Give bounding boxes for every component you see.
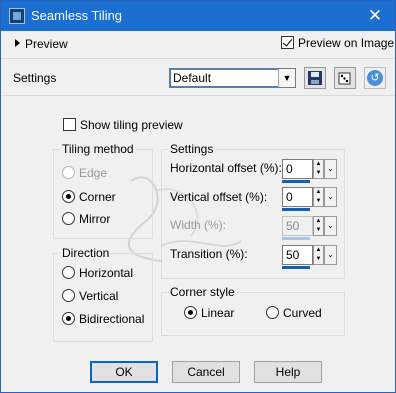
vertical-offset-dropdown-icon[interactable]: ⌄ — [324, 187, 337, 207]
horizontal-offset-input[interactable]: 0 — [282, 159, 313, 179]
show-tiling-preview-checkbox[interactable]: Show tiling preview — [63, 118, 183, 132]
transition-input[interactable]: 50 — [282, 245, 313, 265]
show-tiling-preview-label: Show tiling preview — [80, 118, 183, 132]
offset-settings-title: Settings — [168, 142, 216, 156]
tiling-method-group: Tiling method Edge Corner Mirror — [53, 142, 153, 239]
tiling-mirror-radio[interactable] — [62, 212, 75, 225]
vertical-offset-spinner[interactable]: 0 ▲ ▼ ⌄ — [282, 187, 337, 211]
corner-linear-radio[interactable] — [184, 306, 197, 319]
direction-vertical-radio[interactable] — [62, 289, 75, 302]
randomize-button[interactable] — [334, 67, 356, 89]
transition-spinner[interactable]: 50 ▲ ▼ ⌄ — [282, 245, 337, 269]
direction-option-horizontal[interactable]: Horizontal — [62, 266, 133, 280]
chevron-down-icon[interactable]: ▼ — [278, 69, 295, 87]
direction-bidirectional-radio[interactable] — [62, 312, 75, 325]
direction-vertical-label: Vertical — [79, 289, 119, 303]
help-button[interactable]: Help — [254, 361, 322, 383]
reset-icon: ↺ — [367, 70, 383, 86]
show-tiling-preview-box[interactable] — [63, 118, 76, 131]
ok-button[interactable]: OK — [90, 361, 158, 383]
width-dropdown-icon: ⌄ — [324, 216, 337, 236]
preview-toggle[interactable]: Preview — [15, 37, 68, 51]
tiling-edge-radio[interactable] — [62, 166, 75, 179]
tiling-option-edge[interactable]: Edge — [62, 166, 107, 180]
horizontal-offset-dropdown-icon[interactable]: ⌄ — [324, 159, 337, 179]
tiling-option-mirror[interactable]: Mirror — [62, 212, 110, 226]
horizontal-offset-spinner[interactable]: 0 ▲ ▼ ⌄ — [282, 159, 337, 183]
vertical-offset-input[interactable]: 0 — [282, 187, 313, 207]
tiling-corner-radio[interactable] — [62, 190, 75, 203]
save-preset-button[interactable] — [304, 67, 326, 89]
corner-linear-label: Linear — [201, 306, 235, 320]
tiling-mirror-label: Mirror — [79, 212, 111, 226]
width-updown-icon: ▲ ▼ — [313, 216, 324, 236]
preview-on-image-checkbox[interactable]: Preview on Image — [281, 36, 394, 50]
seamless-tiling-dialog: Seamless Tiling ✕ Preview Preview on Ima… — [0, 0, 396, 393]
preset-value: Default — [173, 71, 212, 85]
transition-updown-icon[interactable]: ▲ ▼ — [313, 245, 324, 265]
preview-on-image-checkmark[interactable] — [281, 36, 294, 49]
vertical-offset-slider-bar[interactable] — [282, 208, 310, 211]
direction-title: Direction — [60, 246, 112, 260]
randomize-icon — [338, 72, 351, 85]
transition-label: Transition (%): — [170, 247, 248, 261]
cancel-button[interactable]: Cancel — [172, 361, 240, 383]
preview-row: Preview Preview on Image — [1, 31, 395, 57]
offset-settings-group: Settings Horizontal offset (%): 0 ▲ ▼ ⌄ V… — [161, 142, 345, 279]
corner-curved-radio[interactable] — [266, 306, 279, 319]
window-title: Seamless Tiling — [31, 8, 123, 23]
direction-horizontal-radio[interactable] — [62, 266, 75, 279]
preview-toggle-label: Preview — [25, 37, 68, 51]
expand-triangle-icon — [15, 39, 20, 47]
vertical-offset-label: Vertical offset (%): — [170, 190, 268, 204]
close-button[interactable]: ✕ — [355, 1, 395, 31]
preview-on-image-label: Preview on Image — [298, 36, 395, 50]
direction-horizontal-label: Horizontal — [79, 266, 134, 280]
corner-style-title: Corner style — [168, 285, 237, 299]
width-slider-bar — [282, 237, 310, 240]
horizontal-offset-updown-icon[interactable]: ▲ ▼ — [313, 159, 324, 179]
tiling-edge-label: Edge — [79, 166, 108, 180]
direction-bidirectional-label: Bidirectional — [79, 312, 145, 326]
width-spinner: 50 ▲ ▼ ⌄ — [282, 216, 337, 240]
direction-option-bidirectional[interactable]: Bidirectional — [62, 312, 144, 326]
vertical-offset-updown-icon[interactable]: ▲ ▼ — [313, 187, 324, 207]
reset-button[interactable]: ↺ — [364, 67, 386, 89]
settings-label: Settings — [13, 71, 57, 85]
preset-bar: Settings Default ▼ ↺ — [1, 58, 395, 96]
title-bar: Seamless Tiling ✕ — [1, 1, 395, 31]
corner-style-option-curved[interactable]: Curved — [266, 306, 322, 320]
transition-slider-bar[interactable] — [282, 266, 310, 269]
horizontal-offset-label: Horizontal offset (%): — [170, 161, 282, 175]
width-input: 50 — [282, 216, 313, 236]
direction-group: Direction Horizontal Vertical Bidirectio… — [53, 246, 153, 342]
app-icon — [9, 8, 25, 24]
corner-style-option-linear[interactable]: Linear — [184, 306, 234, 320]
tiling-corner-label: Corner — [79, 190, 116, 204]
corner-curved-label: Curved — [283, 306, 322, 320]
save-preset-icon — [308, 71, 322, 85]
transition-dropdown-icon[interactable]: ⌄ — [324, 245, 337, 265]
direction-option-vertical[interactable]: Vertical — [62, 289, 118, 303]
width-label: Width (%): — [170, 218, 227, 232]
preset-dropdown[interactable]: Default ▼ — [169, 68, 296, 88]
tiling-option-corner[interactable]: Corner — [62, 190, 116, 204]
corner-style-group: Corner style Linear Curved — [161, 285, 345, 336]
horizontal-offset-slider-bar[interactable] — [282, 180, 310, 183]
tiling-method-title: Tiling method — [60, 142, 136, 156]
